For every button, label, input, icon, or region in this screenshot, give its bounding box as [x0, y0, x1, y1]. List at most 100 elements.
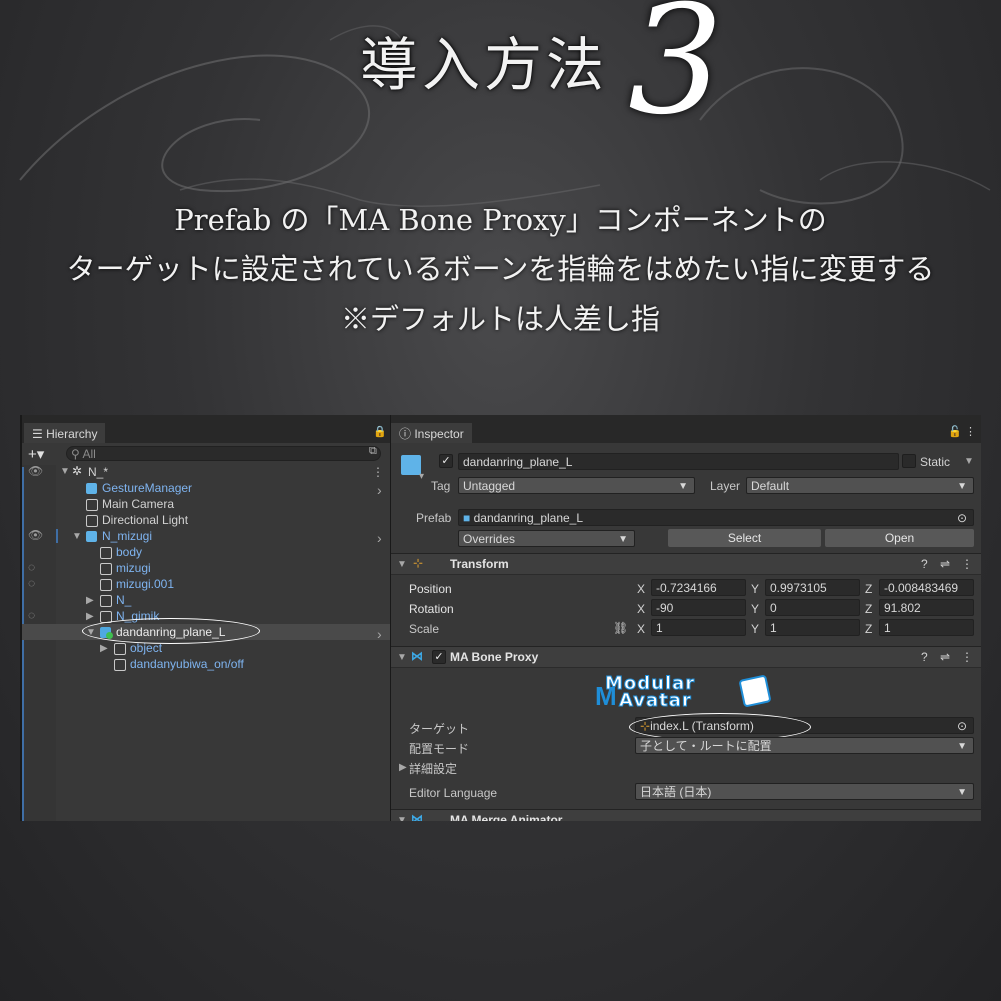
scale-y-label[interactable]: Y	[751, 622, 759, 636]
gameobject-cube-icon	[114, 659, 126, 671]
hierarchy-item-body[interactable]: body	[116, 545, 142, 559]
add-icon[interactable]: +▾	[28, 445, 44, 463]
eye-icon[interactable]: 👁	[28, 464, 43, 478]
link-icon[interactable]: ⛓	[613, 621, 628, 635]
hierarchy-item-n-mizugi[interactable]: N_mizugi	[102, 529, 152, 543]
prefab-field[interactable]: ■ dandanring_plane_L ⊙	[458, 509, 974, 526]
collapsed-arrow-icon[interactable]: ▶	[399, 762, 407, 773]
menu-dots-icon[interactable]: ⋮	[965, 426, 976, 438]
object-picker-icon[interactable]: ⊙	[957, 718, 967, 733]
description-line-2: ターゲットに設定されているボーンを指輪をはめたい指に変更する	[66, 252, 935, 286]
expand-arrow-icon[interactable]: ▼	[60, 466, 70, 477]
fold-arrow-icon[interactable]: ▼	[397, 652, 407, 663]
placement-mode-dropdown[interactable]: 子として・ルートに配置 ▼	[635, 737, 974, 754]
static-dropdown-icon[interactable]: ▼	[964, 456, 974, 467]
eye-hidden-icon[interactable]: ◌	[28, 576, 35, 590]
component-menu-icon[interactable]: ⋮	[961, 650, 973, 664]
prefab-label: Prefab	[416, 511, 452, 525]
position-z-input[interactable]: -0.008483469	[879, 579, 974, 596]
hierarchy-item-mizugi[interactable]: mizugi	[116, 561, 151, 575]
hierarchy-item-object[interactable]: object	[130, 641, 162, 655]
component-menu-icon[interactable]: ⋮	[961, 557, 973, 571]
scene-menu-icon[interactable]: ⋮	[372, 465, 384, 479]
collapsed-arrow-icon[interactable]: ▶	[86, 595, 94, 606]
scale-y-input[interactable]: 1	[765, 619, 860, 636]
rotation-y-input[interactable]: 0	[765, 599, 860, 616]
object-name-input[interactable]: dandanring_plane_L	[458, 453, 899, 470]
position-x-label[interactable]: X	[637, 582, 645, 596]
position-label: Position	[409, 582, 452, 596]
select-button[interactable]: Select	[668, 529, 821, 547]
hierarchy-item-directional-light[interactable]: Directional Light	[102, 513, 188, 527]
hierarchy-search-input[interactable]: ⚲ All	[66, 446, 381, 461]
position-y-label[interactable]: Y	[751, 582, 759, 596]
merge-animator-title: MA Merge Animator	[450, 813, 563, 821]
tab-inspector[interactable]: ⓘ Inspector	[391, 423, 472, 443]
eye-hidden-icon[interactable]: ◌	[28, 608, 35, 622]
eye-hidden-icon[interactable]: ◌	[28, 560, 35, 574]
search-options-icon[interactable]: ⧉	[369, 445, 377, 458]
lock-icon[interactable]: 🔒	[373, 426, 387, 438]
static-label: Static	[920, 455, 951, 469]
transform-title: Transform	[450, 557, 509, 571]
scale-x-input[interactable]: 1	[651, 619, 746, 636]
hierarchy-item-mizugi-001[interactable]: mizugi.001	[116, 577, 174, 591]
merge-animator-header[interactable]: ▼ ⋈ MA Merge Animator	[391, 809, 981, 821]
rotation-y-label[interactable]: Y	[751, 602, 759, 616]
position-z-label[interactable]: Z	[865, 582, 872, 596]
hierarchy-item-n[interactable]: N_	[116, 593, 131, 607]
dropdown-arrow-icon: ▼	[957, 787, 967, 798]
collapsed-arrow-icon[interactable]: ▶	[86, 611, 94, 622]
static-checkbox[interactable]	[902, 454, 916, 468]
visibility-gutter	[22, 465, 56, 821]
editor-language-dropdown[interactable]: 日本語 (日本) ▼	[635, 783, 974, 800]
hierarchy-item-dandanyubiwa-onoff[interactable]: dandanyubiwa_on/off	[130, 657, 244, 671]
bone-proxy-enabled-checkbox[interactable]: ✓	[432, 650, 446, 664]
help-icon[interactable]: ?	[921, 650, 928, 664]
help-icon[interactable]: ?	[921, 557, 928, 571]
chevron-right-icon[interactable]: ›	[377, 530, 382, 546]
scene-name[interactable]: N_*	[88, 465, 108, 479]
tab-hierarchy[interactable]: ☰ Hierarchy	[24, 423, 106, 443]
icon-dropdown-icon[interactable]: ▾	[419, 471, 424, 482]
scale-x-label[interactable]: X	[637, 622, 645, 636]
page-title: 導入方法	[360, 31, 609, 99]
rotation-z-label[interactable]: Z	[865, 602, 872, 616]
prefab-cube-icon: ■	[463, 511, 474, 525]
active-checkbox[interactable]: ✓	[439, 454, 453, 468]
hierarchy-item-main-camera[interactable]: Main Camera	[102, 497, 174, 511]
rotation-z-input[interactable]: 91.802	[879, 599, 974, 616]
position-y-input[interactable]: 0.9973105	[765, 579, 860, 596]
scale-z-input[interactable]: 1	[879, 619, 974, 636]
rotation-x-label[interactable]: X	[637, 602, 645, 616]
preset-icon[interactable]: ⇌	[940, 557, 950, 571]
inspector-tab-options[interactable]: 🔓 ⋮	[948, 425, 976, 438]
eye-icon[interactable]: 👁	[28, 528, 43, 542]
position-x-input[interactable]: -0.7234166	[651, 579, 746, 596]
tag-dropdown[interactable]: Untagged ▼	[458, 477, 695, 494]
lock-icon[interactable]: 🔓	[948, 426, 962, 438]
rotation-x-input[interactable]: -90	[651, 599, 746, 616]
layer-dropdown[interactable]: Default ▼	[746, 477, 974, 494]
fold-arrow-icon[interactable]: ▼	[397, 559, 407, 570]
overrides-dropdown[interactable]: Overrides ▼	[458, 530, 635, 547]
expand-arrow-icon[interactable]: ▼	[72, 531, 82, 542]
logo-text-line2: Avatar	[619, 690, 692, 712]
preset-icon[interactable]: ⇌	[940, 650, 950, 664]
hierarchy-item-gesturemanager[interactable]: GestureManager	[102, 481, 192, 495]
advanced-settings-foldout[interactable]: 詳細設定	[409, 760, 457, 777]
object-picker-icon[interactable]: ⊙	[957, 510, 967, 525]
gameobject-cube-icon	[86, 499, 98, 511]
transform-header[interactable]: ▼ ⊹ Transform ? ⇌ ⋮	[391, 553, 981, 575]
chevron-right-icon[interactable]: ›	[377, 482, 382, 498]
hierarchy-panel: ☰ Hierarchy 🔒 ⋮ +▾ ⚲ All ⧉ 👁 ▼ ✲ N_* ⋮ G…	[22, 415, 407, 821]
scale-z-label[interactable]: Z	[865, 622, 872, 636]
fold-arrow-icon[interactable]: ▼	[397, 815, 407, 821]
gameobject-cube-icon	[114, 643, 126, 655]
collapsed-arrow-icon[interactable]: ▶	[100, 643, 108, 654]
open-button[interactable]: Open	[825, 529, 974, 547]
bone-proxy-header[interactable]: ▼ ⋈ ✓ MA Bone Proxy ? ⇌ ⋮	[391, 646, 981, 668]
gameobject-prefab-icon[interactable]	[401, 455, 421, 475]
chevron-right-icon[interactable]: ›	[377, 626, 382, 642]
gameobject-cube-icon	[86, 515, 98, 527]
